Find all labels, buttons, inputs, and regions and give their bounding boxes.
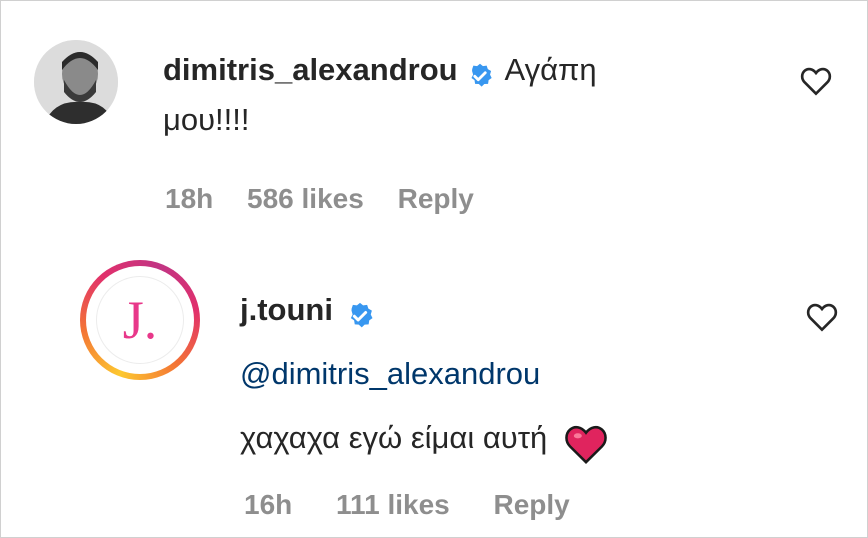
comment-2-body: j.touni @dimitris_alexandrou χαχαχα εγώ … [240,281,800,473]
like-heart-icon[interactable] [806,302,838,332]
avatar-jtouni[interactable]: J. [80,260,200,380]
comment-1-likes[interactable]: 586 likes [247,183,364,214]
comment-2-reply-button[interactable]: Reply [494,489,570,520]
avatar-photo-icon [34,40,118,124]
comment-2-username[interactable]: j.touni [240,292,333,327]
comment-2-mention-link[interactable]: @dimitris_alexandrou [240,356,540,391]
red-heart-emoji [564,425,607,464]
comment-2-time[interactable]: 16h [244,489,292,520]
verified-badge-icon [471,63,492,87]
comment-1-meta: 18h 586 likes Reply [165,183,474,215]
comment-1-body: dimitris_alexandrou Αγάπη μου!!!! [163,48,763,148]
verified-badge-icon [351,302,373,328]
comment-2-text: χαχαχα εγώ είμαι αυτή [240,420,548,455]
comment-1-username[interactable]: dimitris_alexandrou [163,52,458,87]
comment-2-meta: 16h 111 likes Reply [244,489,570,521]
avatar-ring-gap: J. [86,266,194,374]
comment-1-reply-button[interactable]: Reply [398,183,474,214]
comment-2-likes[interactable]: 111 likes [336,489,450,520]
comment-1-time[interactable]: 18h [165,183,213,214]
comment-1-text-line2: μου!!!! [163,102,250,137]
avatar-dimitris[interactable] [34,40,118,124]
like-heart-icon[interactable] [800,66,832,96]
comment-1-text-line1: Αγάπη [504,52,597,87]
avatar-logo: J. [96,276,184,364]
